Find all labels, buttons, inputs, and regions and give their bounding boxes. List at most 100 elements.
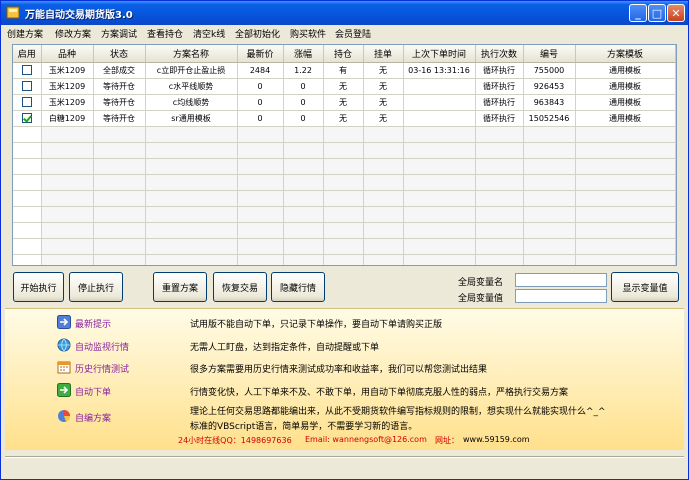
col-header-last-price[interactable]: 最新价 [237, 45, 284, 63]
restore-trading-button[interactable]: 恢复交易 [213, 272, 267, 302]
app-icon [6, 6, 20, 19]
global-var-name-input[interactable] [515, 273, 607, 287]
cell-empty [523, 142, 576, 159]
cell-enabled[interactable] [13, 94, 42, 111]
menu-init-all[interactable]: 全部初始化 [235, 27, 280, 40]
cell-empty [93, 238, 146, 255]
cell-empty [575, 190, 676, 207]
menu-create-plan[interactable]: 创建方案 [7, 27, 43, 40]
cell-empty [283, 158, 324, 175]
hide-quotes-button[interactable]: 隐藏行情 [271, 272, 325, 302]
menu-buy-software[interactable]: 购买软件 [290, 27, 326, 40]
stop-button[interactable]: 停止执行 [69, 272, 123, 302]
show-var-value-button[interactable]: 显示变量值 [611, 272, 679, 302]
cell-empty [41, 238, 94, 255]
cell-empty [93, 126, 146, 143]
cell-exec-count: 循环执行 [475, 62, 524, 79]
col-header-template[interactable]: 方案模板 [575, 45, 676, 63]
col-header-position[interactable]: 持仓 [323, 45, 364, 63]
cell-empty [13, 222, 42, 239]
cell-empty [283, 206, 324, 223]
cell-pending: 无 [363, 62, 404, 79]
global-var-value-input[interactable] [515, 289, 607, 303]
cell-empty [41, 190, 94, 207]
menu-view-positions[interactable]: 查看持仓 [147, 27, 183, 40]
cell-empty [41, 206, 94, 223]
window-title: 万能自动交易期货版3.0 [25, 10, 133, 21]
col-header-change[interactable]: 涨幅 [283, 45, 324, 63]
arrow-icon [57, 383, 71, 397]
cell-empty [283, 222, 324, 239]
menu-bar: 创建方案 修改方案 方案调试 查看持仓 清空k线 全部初始化 购买软件 会员登陆 [1, 25, 688, 43]
enable-checkbox[interactable] [21, 81, 32, 91]
minimize-button[interactable]: _ [629, 4, 647, 22]
col-header-symbol[interactable]: 品种 [41, 45, 94, 63]
cell-plan-name: sr通用模板 [145, 110, 238, 127]
close-button[interactable]: ✕ [667, 4, 685, 22]
col-header-status[interactable]: 状态 [93, 45, 146, 63]
table-row[interactable]: 白糖1209 等待开仓 sr通用模板 0 0 无无循环执行 15052546 通用模板 [13, 110, 676, 127]
minimize-icon: _ [635, 6, 641, 20]
cell-enabled[interactable] [13, 110, 42, 127]
menu-member-login[interactable]: 会员登陆 [335, 27, 371, 40]
cell-empty [145, 158, 238, 175]
cell-empty [403, 222, 476, 239]
cell-empty [575, 238, 676, 255]
tip-text-auto-order: 行情变化快，人工下单来不及、不敢下单，用自动下单彻底克服人性的弱点，严格执行交易… [190, 388, 569, 398]
cell-position: 有 [323, 62, 364, 79]
cell-pending: 无 [363, 78, 404, 95]
menu-edit-plan[interactable]: 修改方案 [55, 27, 91, 40]
enable-checkbox[interactable] [21, 65, 32, 75]
col-header-enabled[interactable]: 启用 [13, 45, 42, 63]
cell-empty [237, 142, 284, 159]
cell-empty [93, 158, 146, 175]
cell-empty [13, 142, 42, 159]
cell-change: 0 [283, 94, 324, 111]
cell-empty [523, 206, 576, 223]
col-header-last-order-time[interactable]: 上次下单时间 [403, 45, 476, 63]
col-header-exec-count[interactable]: 执行次数 [475, 45, 524, 63]
title-bar[interactable]: 万能自动交易期货版3.0 _ □ ✕ [1, 1, 688, 25]
cell-empty [13, 206, 42, 223]
plan-grid[interactable]: 启用 品种 状态 方案名称 最新价 涨幅 持仓 挂单 上次下单时间 执行次数 编… [12, 44, 677, 266]
cell-empty [523, 190, 576, 207]
cell-empty [323, 206, 364, 223]
cell-empty [145, 190, 238, 207]
tip-text-custom-plan-2: 标准的VBScript语言，简单易学，不需要学习新的语言。 [190, 422, 418, 432]
cell-empty [363, 238, 404, 255]
start-button[interactable]: 开始执行 [13, 272, 64, 302]
pie-icon [58, 410, 71, 422]
cell-empty [363, 190, 404, 207]
menu-clear-kline[interactable]: 清空k线 [193, 27, 225, 40]
menu-debug-plan[interactable]: 方案调试 [101, 27, 137, 40]
enable-checkbox[interactable] [21, 97, 32, 107]
table-row[interactable]: 玉米1209 全部成交 c立即开仓止盈止损 2484 1.22 有无 03-16 13:31… [13, 62, 676, 79]
col-header-pending[interactable]: 挂单 [363, 45, 404, 63]
cell-empty [403, 206, 476, 223]
cell-enabled[interactable] [13, 62, 42, 79]
tip-text-custom-plan: 理论上任何交易思路都能编出来，从此不受期货软件编写指标规则的限制，想实现什么就能… [190, 407, 606, 417]
col-header-id[interactable]: 编号 [523, 45, 576, 63]
cell-change: 0 [283, 78, 324, 95]
cell-status: 全部成交 [93, 62, 146, 79]
cell-empty [475, 254, 524, 265]
cell-empty [93, 174, 146, 191]
col-header-plan-name[interactable]: 方案名称 [145, 45, 238, 63]
global-var-name-label: 全局变量名 [458, 278, 504, 288]
contact-site-label: 网址： [435, 436, 459, 445]
table-row-empty [13, 238, 676, 255]
cell-empty [41, 126, 94, 143]
cell-empty [523, 238, 576, 255]
cell-empty [13, 158, 42, 175]
reset-plan-button[interactable]: 重置方案 [153, 272, 207, 302]
cell-empty [575, 174, 676, 191]
cell-enabled[interactable] [13, 78, 42, 95]
cell-empty [323, 238, 364, 255]
table-row[interactable]: 玉米1209 等待开仓 c均线顺势 0 0 无无循环执行 963843 通用模板 [13, 94, 676, 111]
cell-empty [93, 142, 146, 159]
enable-checkbox[interactable] [21, 113, 32, 123]
maximize-button[interactable]: □ [648, 4, 666, 22]
contact-site-link[interactable]: www.59159.com [463, 435, 530, 444]
table-row[interactable]: 玉米1209 等待开仓 c水平线顺势 0 0 无无循环执行 926453 通用模板 [13, 78, 676, 95]
cell-last-price: 0 [237, 94, 284, 111]
